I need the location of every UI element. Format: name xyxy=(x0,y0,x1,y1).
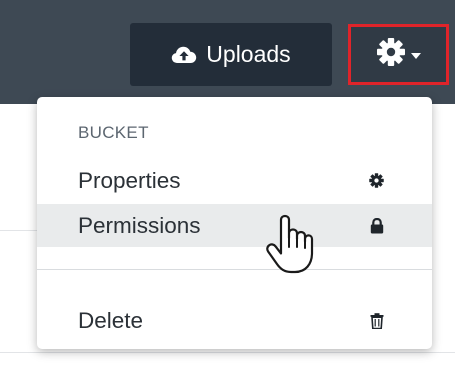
menu-item-label: Properties xyxy=(78,167,181,193)
uploads-button-label: Uploads xyxy=(206,41,291,67)
menu-item-permissions[interactable]: Permissions xyxy=(37,204,432,247)
menu-item-label: Delete xyxy=(78,307,144,333)
hand-pointer-icon xyxy=(262,214,318,281)
menu-item-properties[interactable]: Properties xyxy=(37,159,432,202)
top-navbar: Uploads xyxy=(0,0,455,104)
row-divider xyxy=(0,230,40,231)
chevron-down-icon xyxy=(411,52,421,59)
lock-icon xyxy=(370,217,384,234)
gear-icon xyxy=(376,37,406,72)
bucket-dropdown-menu: BUCKET Properties Permissions Delete xyxy=(37,97,432,349)
cloud-upload-icon xyxy=(171,45,197,65)
bucket-settings-dropdown-button[interactable] xyxy=(348,24,449,85)
menu-item-label: Permissions xyxy=(78,212,201,238)
menu-item-delete[interactable]: Delete xyxy=(37,299,432,342)
menu-divider xyxy=(37,269,432,270)
gear-icon xyxy=(369,173,384,188)
row-divider xyxy=(0,352,455,353)
menu-section-header: BUCKET xyxy=(78,123,149,142)
trash-icon xyxy=(370,312,384,329)
uploads-button[interactable]: Uploads xyxy=(130,23,332,86)
